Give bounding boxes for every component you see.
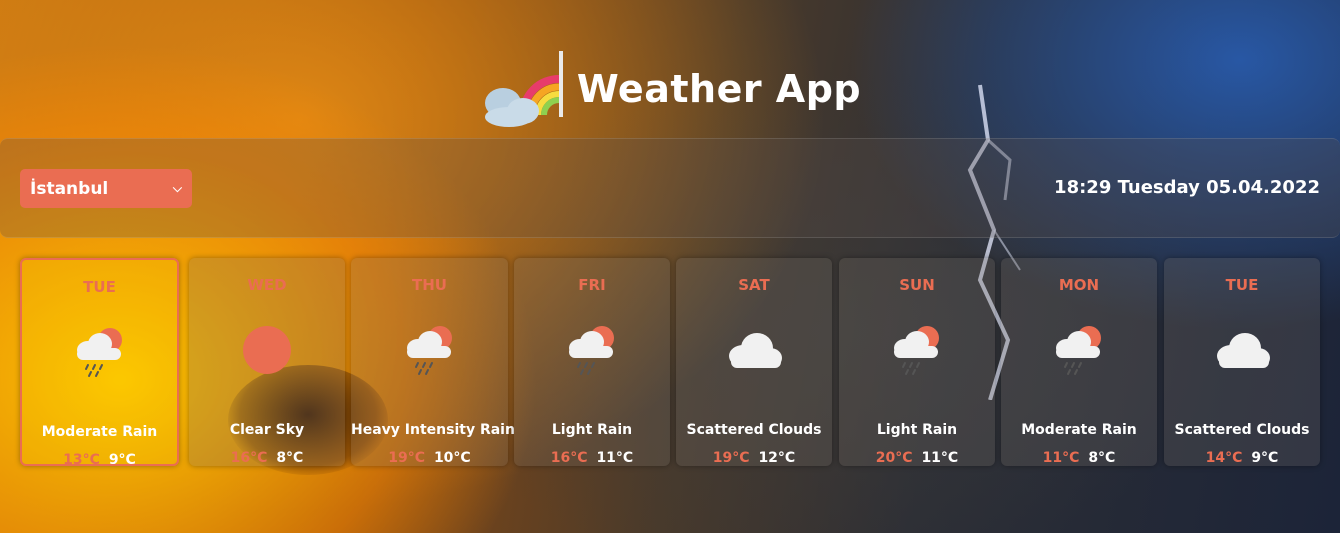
forecast-description: Clear Sky [229, 422, 305, 438]
forecast-day: SUN [899, 276, 935, 294]
forecast-description: Scattered Clouds [686, 422, 822, 438]
temp-min: 8°C [276, 450, 304, 466]
temp-max: 13°C [63, 452, 100, 468]
temp-min: 11°C [596, 450, 634, 466]
app-title: Weather App [576, 67, 862, 111]
forecast-description: Moderate Rain [41, 424, 158, 440]
temp-max: 19°C [712, 450, 750, 466]
temp-min: 12°C [758, 450, 796, 466]
forecast-card[interactable]: THU Heavy Intensity Rain 19°C 10°C [351, 258, 515, 466]
forecast-temps: 19°C 10°C [351, 450, 508, 466]
forecast-card[interactable]: SUN Light Rain 20°C 11°C [839, 258, 995, 466]
forecast-card[interactable]: FRI Light Rain 16°C 11°C [514, 258, 670, 466]
forecast-day: MON [1058, 276, 1100, 294]
weather-icon-container [514, 320, 670, 384]
cloud-icon [1211, 328, 1273, 376]
weather-icon-container [839, 320, 995, 384]
forecast-description: Light Rain [551, 422, 633, 438]
forecast-list: TUE Moderate Rain 13°C 9°C WED Clear Sky… [20, 258, 1320, 468]
forecast-description: Light Rain [876, 422, 958, 438]
app-header: Weather App [0, 44, 1340, 134]
weather-icon-container [1164, 320, 1320, 384]
temp-max: 19°C [388, 450, 426, 466]
weather-icon-container [189, 320, 345, 384]
temp-max: 14°C [1205, 450, 1243, 466]
temp-max: 20°C [875, 450, 913, 466]
forecast-description: Moderate Rain [1021, 422, 1137, 438]
temp-min: 10°C [433, 450, 471, 466]
forecast-day: THU [412, 276, 447, 294]
rain-sun-cloud-icon [72, 326, 128, 382]
temp-max: 16°C [230, 450, 268, 466]
forecast-temps: 14°C 9°C [1164, 450, 1320, 466]
forecast-temps: 20°C 11°C [839, 450, 995, 466]
forecast-temps: 11°C 8°C [1001, 450, 1157, 466]
forecast-temps: 13°C 9°C [22, 452, 177, 468]
forecast-day: TUE [83, 278, 116, 296]
forecast-temps: 19°C 12°C [676, 450, 832, 466]
forecast-day: FRI [578, 276, 606, 294]
temp-max: 16°C [550, 450, 588, 466]
forecast-day: WED [247, 276, 287, 294]
temp-min: 8°C [1088, 450, 1116, 466]
forecast-description: Scattered Clouds [1174, 422, 1310, 438]
sun-icon [241, 324, 293, 380]
temp-min: 11°C [921, 450, 959, 466]
forecast-temps: 16°C 8°C [189, 450, 345, 466]
current-datetime: 18:29 Tuesday 05.04.2022 [1054, 177, 1320, 198]
forecast-day: SAT [738, 276, 770, 294]
temp-min: 9°C [1251, 450, 1279, 466]
controls-bar: İstanbul ⌵ 18:29 Tuesday 05.04.2022 [0, 138, 1340, 238]
rain-sun-cloud-icon [1051, 324, 1107, 380]
rainbow-cloud-icon [484, 51, 563, 127]
forecast-card[interactable]: MON Moderate Rain 11°C 8°C [1001, 258, 1157, 466]
weather-icon-container [1001, 320, 1157, 384]
forecast-day: TUE [1225, 276, 1259, 294]
forecast-description: Heavy Intensity Rain [351, 422, 515, 438]
weather-icon-container [351, 320, 508, 384]
forecast-card[interactable]: SAT Scattered Clouds 19°C 12°C [676, 258, 832, 466]
weather-icon-container [676, 320, 832, 384]
forecast-card[interactable]: TUE Moderate Rain 13°C 9°C [20, 258, 179, 468]
rain-sun-cloud-icon [564, 324, 620, 380]
weather-icon-container [22, 322, 177, 386]
temp-max: 11°C [1042, 450, 1080, 466]
forecast-temps: 16°C 11°C [514, 450, 670, 466]
rain-sun-cloud-icon [889, 324, 945, 380]
chevron-down-icon: ⌵ [172, 181, 182, 195]
forecast-card[interactable]: TUE Scattered Clouds 14°C 9°C [1164, 258, 1320, 466]
cloud-icon [723, 328, 785, 376]
forecast-card[interactable]: WED Clear Sky 16°C 8°C [189, 258, 345, 466]
temp-min: 9°C [108, 452, 136, 468]
rain-sun-cloud-icon [402, 324, 458, 380]
city-select-value: İstanbul [30, 178, 109, 199]
city-select[interactable]: İstanbul ⌵ [20, 169, 192, 208]
